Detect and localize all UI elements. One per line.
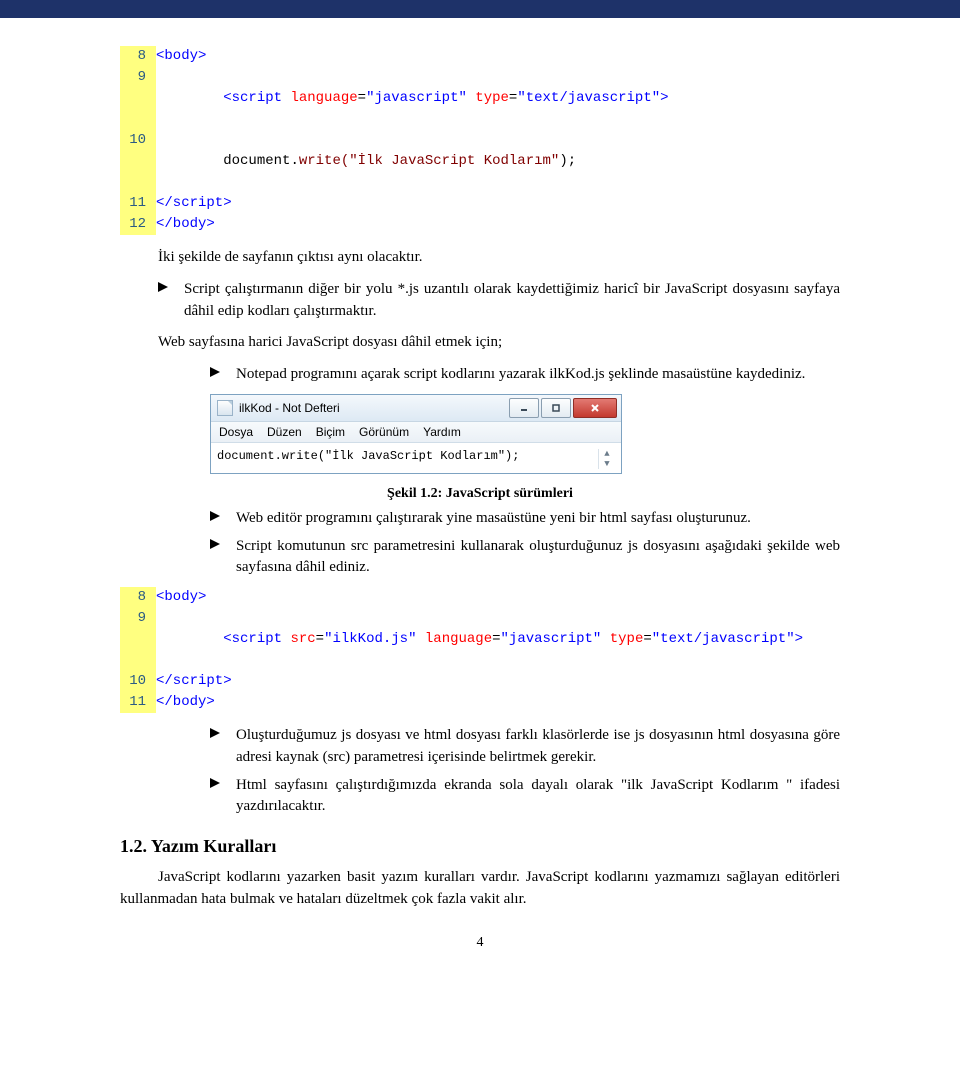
menu-item[interactable]: Yardım [423, 425, 461, 439]
code-token: "ilkKod.js" [324, 631, 416, 647]
line-number: 10 [120, 130, 156, 193]
bullet-item: Oluşturduğumuz js dosyası ve html dosyas… [210, 725, 840, 769]
editor-text: document.write("İlk JavaScript Kodlarım"… [217, 449, 598, 469]
page-number: 4 [120, 935, 840, 951]
bullet-text: Notepad programını açarak script kodları… [236, 364, 840, 386]
code-token: </body> [156, 694, 215, 710]
code-token: "javascript" [501, 631, 602, 647]
paragraph: Web sayfasına harici JavaScript dosyası … [120, 332, 840, 354]
paragraph: JavaScript kodlarını yazarken basit yazı… [120, 867, 840, 911]
code-line: 10 </script> [120, 671, 840, 692]
code-token: "İlk JavaScript Kodlarım" [349, 153, 559, 169]
code-line: 11 </script> [120, 193, 840, 214]
bullet-text: Script komutunun src parametresini kulla… [236, 536, 840, 580]
line-number: 11 [120, 692, 156, 713]
menu-item[interactable]: Düzen [267, 425, 302, 439]
code-line: 10 document.write("İlk JavaScript Kodlar… [120, 130, 840, 193]
line-number: 10 [120, 671, 156, 692]
bullet-text: Web editör programını çalıştırarak yine … [236, 508, 840, 530]
bullet-item: Script çalıştırmanın diğer bir yolu *.js… [158, 279, 840, 323]
bullet-icon [210, 364, 220, 386]
notepad-window: ilkKod - Not Defteri Dosya Düzen Biçim G… [210, 394, 622, 474]
code-token: . [290, 153, 298, 169]
code-token: "text/javascript" [652, 631, 795, 647]
notepad-icon [217, 400, 233, 416]
maximize-button[interactable] [541, 398, 571, 418]
line-number: 9 [120, 67, 156, 130]
bullet-icon [210, 536, 220, 580]
line-number: 9 [120, 608, 156, 671]
code-token: <body> [156, 589, 206, 605]
menu-item[interactable]: Dosya [219, 425, 253, 439]
titlebar: ilkKod - Not Defteri [211, 395, 621, 422]
editor-body[interactable]: document.write("İlk JavaScript Kodlarım"… [211, 443, 621, 473]
line-number: 12 [120, 214, 156, 235]
code-sample-2: 8 <body> 9 <script src="ilkKod.js" langu… [120, 587, 840, 713]
code-line: 11 </body> [120, 692, 840, 713]
code-sample-1: 8 <body> 9 <script language="javascript"… [120, 46, 840, 235]
bullet-text: Oluşturduğumuz js dosyası ve html dosyas… [236, 725, 840, 769]
code-token: </body> [156, 216, 215, 232]
code-token: > [795, 631, 803, 647]
menubar: Dosya Düzen Biçim Görünüm Yardım [211, 422, 621, 443]
code-token: ); [559, 153, 576, 169]
code-token: language [425, 631, 492, 647]
code-line: 8 <body> [120, 46, 840, 67]
section-heading: 1.2. Yazım Kuralları [120, 836, 840, 857]
line-number: 11 [120, 193, 156, 214]
code-token: </script> [156, 673, 232, 689]
bullet-icon [210, 775, 220, 819]
code-token: src [290, 631, 315, 647]
scrollbar[interactable]: ▲ ▼ [598, 449, 615, 469]
bullet-icon [210, 725, 220, 769]
code-token: "javascript" [366, 90, 467, 106]
notepad-figure: ilkKod - Not Defteri Dosya Düzen Biçim G… [210, 394, 840, 474]
minimize-button[interactable] [509, 398, 539, 418]
line-number: 8 [120, 587, 156, 608]
document-body: 8 <body> 9 <script language="javascript"… [0, 18, 960, 971]
bullet-text: Html sayfasını çalıştırdığımızda ekranda… [236, 775, 840, 819]
code-token: document [223, 153, 290, 169]
code-token: <script [223, 631, 290, 647]
bullet-text: Script çalıştırmanın diğer bir yolu *.js… [184, 279, 840, 323]
code-token: = [358, 90, 366, 106]
figure-caption: Şekil 1.2: JavaScript sürümleri [120, 486, 840, 502]
bullet-item: Notepad programını açarak script kodları… [210, 364, 840, 386]
code-line: 9 <script language="javascript" type="te… [120, 67, 840, 130]
bullet-icon [158, 279, 168, 323]
code-line: 12 </body> [120, 214, 840, 235]
bullet-item: Web editör programını çalıştırarak yine … [210, 508, 840, 530]
paragraph: İki şekilde de sayfanın çıktısı aynı ola… [120, 247, 840, 269]
menu-item[interactable]: Görünüm [359, 425, 409, 439]
code-line: 9 <script src="ilkKod.js" language="java… [120, 608, 840, 671]
scroll-down-icon[interactable]: ▼ [599, 459, 615, 469]
code-token: "text/javascript" [517, 90, 660, 106]
code-token: language [290, 90, 357, 106]
bullet-icon [210, 508, 220, 530]
menu-item[interactable]: Biçim [316, 425, 345, 439]
code-token: <body> [156, 48, 206, 64]
code-token: > [660, 90, 668, 106]
scroll-up-icon[interactable]: ▲ [599, 449, 615, 459]
close-button[interactable] [573, 398, 617, 418]
code-token: write( [299, 153, 349, 169]
top-band [0, 0, 960, 18]
window-title: ilkKod - Not Defteri [239, 401, 340, 415]
bullet-item: Script komutunun src parametresini kulla… [210, 536, 840, 580]
code-token: </script> [156, 195, 232, 211]
code-token: <script [223, 90, 290, 106]
code-token: type [610, 631, 644, 647]
bullet-item: Html sayfasını çalıştırdığımızda ekranda… [210, 775, 840, 819]
line-number: 8 [120, 46, 156, 67]
code-token: type [475, 90, 509, 106]
code-line: 8 <body> [120, 587, 840, 608]
